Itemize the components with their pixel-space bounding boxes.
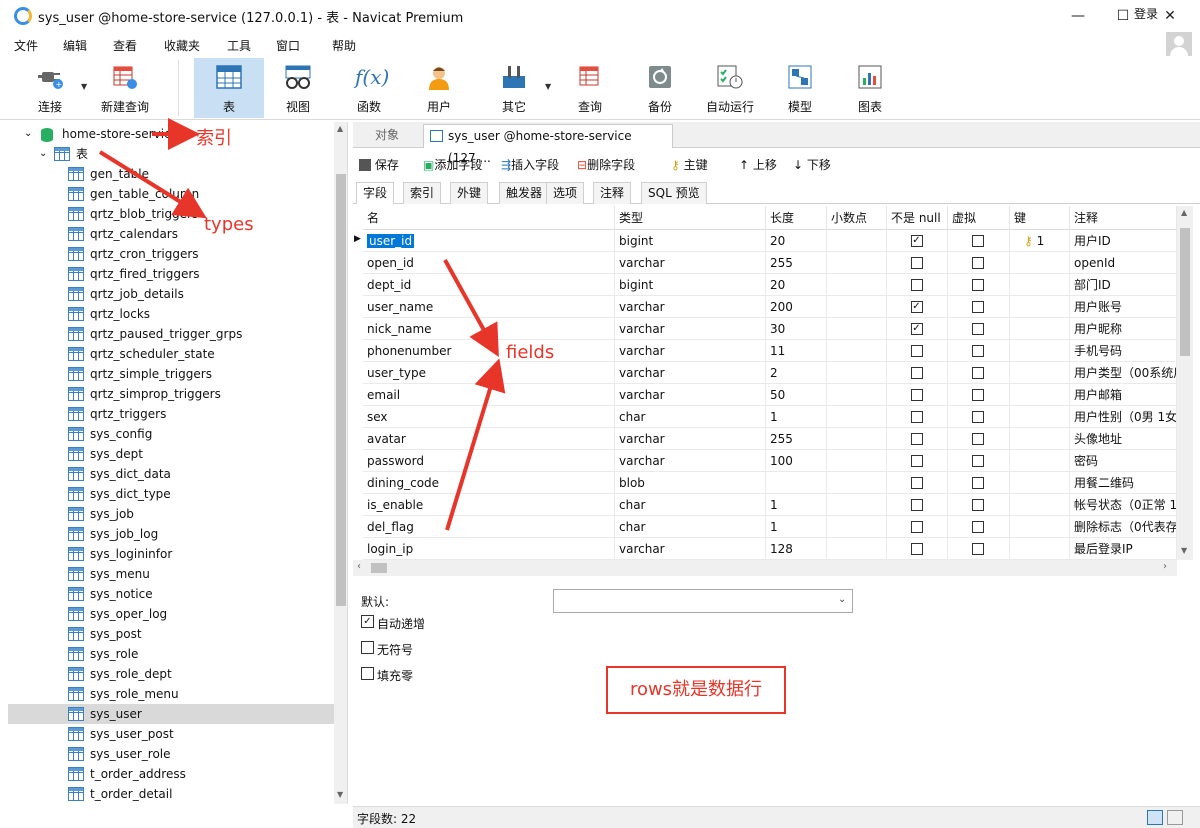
arrow-fields-down — [445, 358, 506, 531]
annotation-arrows — [98, 118, 506, 531]
arrow-fields-up — [443, 259, 499, 357]
arrow-types — [98, 150, 207, 219]
